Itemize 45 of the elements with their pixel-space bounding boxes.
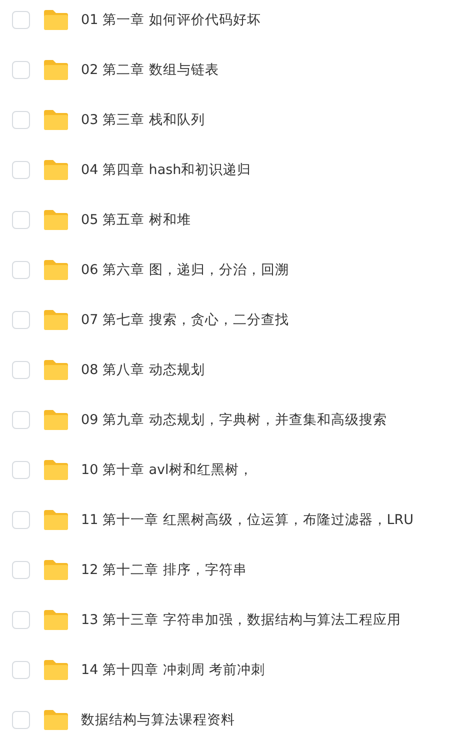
folder-name[interactable]: 03 第三章 栈和队列 (81, 110, 205, 130)
checkbox[interactable] (12, 161, 30, 179)
folder-icon (43, 359, 69, 381)
checkbox[interactable] (12, 61, 30, 79)
checkbox[interactable] (12, 561, 30, 579)
folder-icon (43, 209, 69, 231)
folder-name[interactable]: 04 第四章 hash和初识递归 (81, 160, 252, 180)
folder-icon (43, 509, 69, 531)
folder-icon (43, 309, 69, 331)
folder-icon (43, 9, 69, 31)
checkbox[interactable] (12, 511, 30, 529)
folder-name[interactable]: 06 第六章 图，递归，分治，回溯 (81, 260, 289, 280)
folder-name[interactable]: 10 第十章 avl树和红黑树， (81, 460, 253, 480)
folder-name[interactable]: 05 第五章 树和堆 (81, 210, 191, 230)
checkbox[interactable] (12, 311, 30, 329)
folder-icon (43, 709, 69, 731)
folder-name[interactable]: 12 第十二章 排序，字符串 (81, 560, 247, 580)
checkbox[interactable] (12, 661, 30, 679)
checkbox[interactable] (12, 461, 30, 479)
folder-name[interactable]: 07 第七章 搜索，贪心，二分查找 (81, 310, 289, 330)
folder-name[interactable]: 09 第九章 动态规划，字典树，并查集和高级搜索 (81, 410, 387, 430)
checkbox[interactable] (12, 11, 30, 29)
folder-name[interactable]: 08 第八章 动态规划 (81, 360, 205, 380)
folder-name[interactable]: 02 第二章 数组与链表 (81, 60, 219, 80)
checkbox[interactable] (12, 711, 30, 729)
folder-name[interactable]: 13 第十三章 字符串加强，数据结构与算法工程应用 (81, 610, 401, 630)
folder-icon (43, 409, 69, 431)
folder-icon (43, 609, 69, 631)
checkbox[interactable] (12, 411, 30, 429)
folder-name[interactable]: 11 第十一章 红黑树高级，位运算，布隆过滤器，LRU (81, 510, 414, 530)
checkbox[interactable] (12, 111, 30, 129)
folder-icon (43, 159, 69, 181)
folder-icon (43, 109, 69, 131)
folder-icon (43, 259, 69, 281)
folder-name[interactable]: 14 第十四章 冲刺周 考前冲刺 (81, 660, 266, 680)
checkbox[interactable] (12, 361, 30, 379)
checkbox[interactable] (12, 611, 30, 629)
folder-icon (43, 659, 69, 681)
checkbox[interactable] (12, 261, 30, 279)
folder-name[interactable]: 01 第一章 如何评价代码好坏 (81, 10, 261, 30)
folder-icon (43, 59, 69, 81)
folder-icon (43, 459, 69, 481)
folder-name[interactable]: 数据结构与算法课程资料 (81, 710, 235, 730)
folder-icon (43, 559, 69, 581)
checkbox[interactable] (12, 211, 30, 229)
